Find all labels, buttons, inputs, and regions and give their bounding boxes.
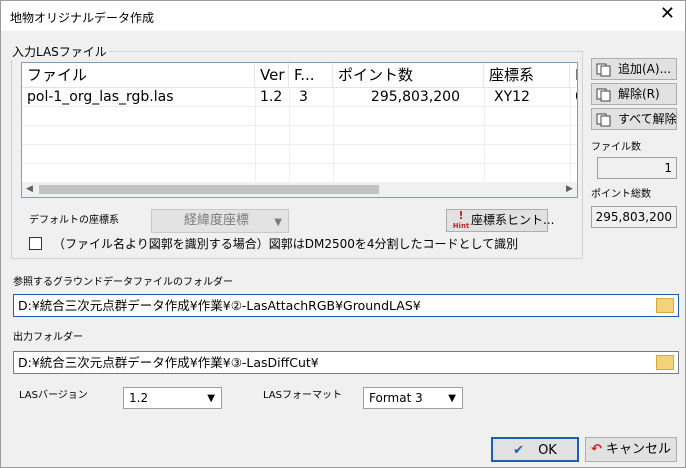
las-version-select[interactable]: 1.2 ▼ xyxy=(123,387,222,409)
title-bar: 地物オリジナルデータ作成 ✕ xyxy=(1,1,685,31)
las-version-label: LASバージョン xyxy=(19,390,88,401)
add-button-label: 追加(A)... xyxy=(618,62,672,76)
default-crs-label: デフォルトの座標系 xyxy=(29,215,119,226)
cancel-button-label: キャンセル xyxy=(605,442,671,457)
col-header-format[interactable]: F... xyxy=(289,63,333,88)
default-crs-value: 経緯度座標 xyxy=(184,213,250,228)
add-button[interactable]: 追加(A)... xyxy=(591,58,677,80)
hint-icon: ! Hint xyxy=(452,208,470,230)
scroll-left-icon[interactable]: ◀ xyxy=(22,182,37,197)
ok-button-label: OK xyxy=(538,443,557,458)
dialog-window: 地物オリジナルデータ作成 ✕ 入力LASファイル ファイル Ver F... ポ… xyxy=(0,0,686,468)
list-header: ファイル Ver F... ポイント数 座標系 F xyxy=(22,63,577,88)
total-points-label: ポイント総数 xyxy=(591,189,651,200)
ok-button[interactable]: ✔ OK xyxy=(491,437,579,462)
horizontal-scrollbar[interactable]: ◀ ▶ xyxy=(22,182,577,197)
col-header-crs[interactable]: 座標系 xyxy=(484,63,570,88)
cell-points: 295,803,200 xyxy=(370,89,460,105)
table-row xyxy=(22,145,577,164)
column-divider xyxy=(484,88,485,184)
documents-icon xyxy=(596,113,611,126)
close-icon[interactable]: ✕ xyxy=(660,4,675,24)
checkmark-icon: ✔ xyxy=(513,443,525,458)
output-folder-value: D:¥統合三次元点群データ作成¥作業¥③-LasDiffCut¥ xyxy=(18,355,319,370)
cell-file: pol-1_org_las_rgb.las xyxy=(27,89,174,105)
cell-format: 3 xyxy=(299,89,308,105)
remove-button-label: 解除(R) xyxy=(618,87,660,101)
chevron-down-icon: ▼ xyxy=(207,393,215,404)
remove-all-button-label: すべて解除 xyxy=(618,112,677,126)
dm2500-checkbox-label: （ファイル名より図郭を識別する場合）図郭はDM2500を4分割したコードとして識… xyxy=(53,237,519,251)
output-folder-label: 出力フォルダー xyxy=(13,332,83,343)
cell-ver: 1.2 xyxy=(260,89,283,105)
column-divider xyxy=(333,88,334,184)
column-divider xyxy=(255,88,256,184)
default-crs-select[interactable]: 経緯度座標 ▼ xyxy=(151,209,289,233)
file-count-label: ファイル数 xyxy=(591,142,641,153)
scroll-right-icon[interactable]: ▶ xyxy=(562,182,577,197)
table-row xyxy=(22,164,577,183)
input-las-legend: 入力LASファイル xyxy=(10,43,109,60)
dm2500-checkbox[interactable] xyxy=(29,237,42,250)
ground-folder-label: 参照するグラウンドデータファイルのフォルダー xyxy=(13,277,233,288)
cancel-button[interactable]: ↶ キャンセル xyxy=(585,437,677,462)
chevron-down-icon: ▼ xyxy=(274,217,282,228)
table-row xyxy=(22,126,577,145)
column-divider xyxy=(570,88,571,184)
las-file-list[interactable]: ファイル Ver F... ポイント数 座標系 F pol-1_org_las_… xyxy=(21,62,578,198)
col-header-file[interactable]: ファイル xyxy=(22,63,255,88)
crs-hint-button-label: 座標系ヒント... xyxy=(471,213,555,227)
ground-folder-value: D:¥統合三次元点群データ作成¥作業¥②-LasAttachRGB¥Ground… xyxy=(18,298,421,313)
folder-search-icon[interactable] xyxy=(656,298,674,313)
output-folder-input[interactable]: D:¥統合三次元点群データ作成¥作業¥③-LasDiffCut¥ xyxy=(13,351,679,374)
col-header-points[interactable]: ポイント数 xyxy=(333,63,484,88)
las-format-label: LASフォーマット xyxy=(263,390,342,401)
folder-search-icon[interactable] xyxy=(656,355,674,370)
undo-icon: ↶ xyxy=(591,442,602,457)
table-row[interactable]: pol-1_org_las_rgb.las 1.2 3 295,803,200 … xyxy=(22,88,577,107)
ground-folder-input[interactable]: D:¥統合三次元点群データ作成¥作業¥②-LasAttachRGB¥Ground… xyxy=(13,294,679,317)
chevron-down-icon: ▼ xyxy=(448,393,456,404)
file-count-value: 1 xyxy=(597,157,677,179)
las-format-value: Format 3 xyxy=(369,391,423,405)
cell-crs: XY12 xyxy=(494,89,530,105)
crs-hint-button[interactable]: ! Hint 座標系ヒント... xyxy=(446,208,554,232)
window-title: 地物オリジナルデータ作成 xyxy=(10,11,155,25)
cell-extra: 0 xyxy=(570,88,577,107)
col-header-ver[interactable]: Ver xyxy=(255,63,289,88)
las-version-value: 1.2 xyxy=(129,391,149,405)
las-format-select[interactable]: Format 3 ▼ xyxy=(363,387,463,409)
documents-icon xyxy=(596,88,611,101)
col-header-extra[interactable]: F xyxy=(570,63,577,88)
remove-all-button[interactable]: すべて解除 xyxy=(591,108,677,130)
table-row xyxy=(22,107,577,126)
total-points-value: 295,803,200 xyxy=(591,206,677,228)
scroll-thumb[interactable] xyxy=(39,185,379,194)
remove-button[interactable]: 解除(R) xyxy=(591,83,677,105)
documents-icon xyxy=(596,63,611,76)
column-divider xyxy=(289,88,290,184)
